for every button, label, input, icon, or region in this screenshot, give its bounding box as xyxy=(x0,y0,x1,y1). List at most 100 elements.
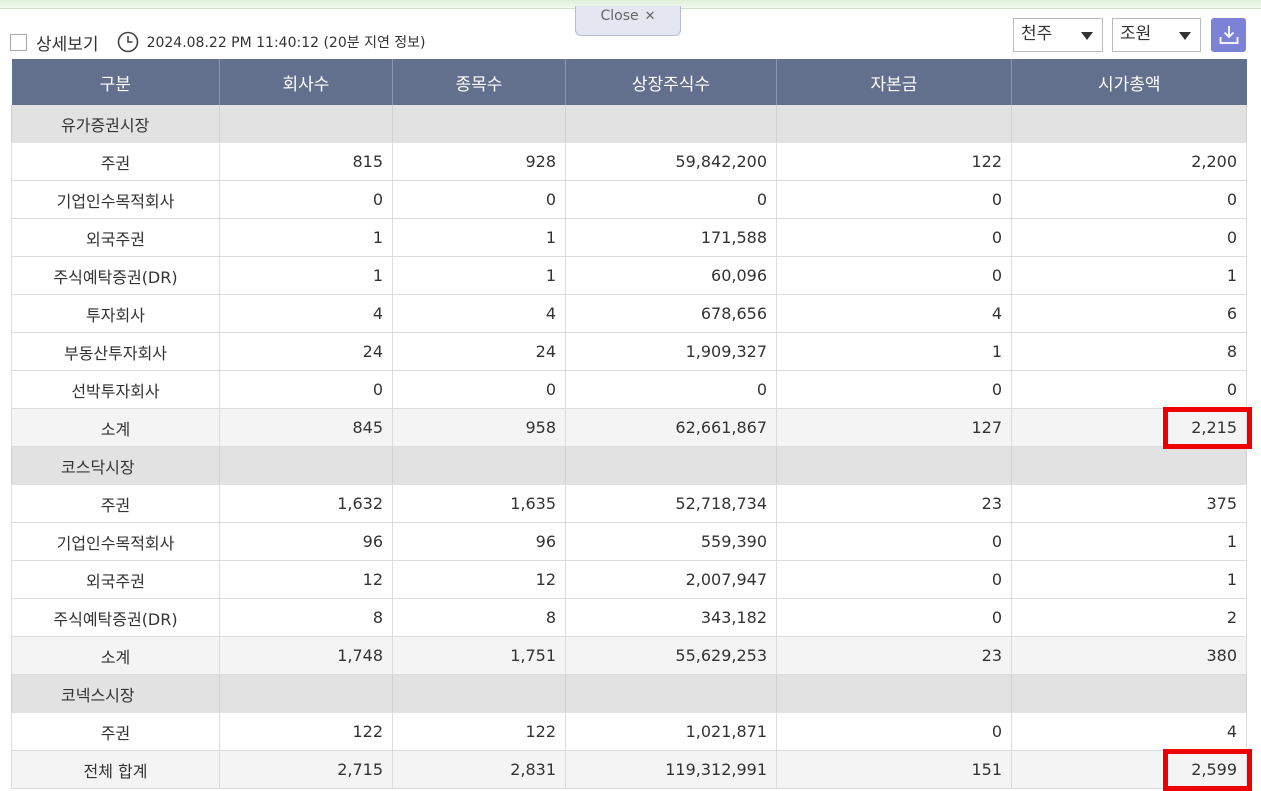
cell-issues: 24 xyxy=(392,332,566,371)
table-row: 주식예탁증권(DR) 1 1 60,096 0 1 xyxy=(11,256,1247,295)
cell-companies: 24 xyxy=(219,332,393,371)
cell-capital: 0 xyxy=(776,560,1012,599)
cell-issues: 1 xyxy=(392,218,566,257)
cell-market-cap: 1 xyxy=(1011,522,1247,561)
section-cell xyxy=(565,674,777,713)
col-header-issues: 종목수 xyxy=(392,59,566,105)
cell-market-cap: 1 xyxy=(1011,560,1247,599)
col-header-companies: 회사수 xyxy=(219,59,393,105)
table-row: 주식예탁증권(DR) 8 8 343,182 0 2 xyxy=(11,598,1247,637)
section-cell xyxy=(392,446,566,485)
cell-capital: 1 xyxy=(776,332,1012,371)
unit-select[interactable]: 천주 xyxy=(1013,18,1103,52)
table-row: 주권 1,632 1,635 52,718,734 23 375 xyxy=(11,484,1247,523)
subtotal-row: 소계 845 958 62,661,867 127 2,215 xyxy=(11,408,1247,447)
cell-listed-shares: 2,007,947 xyxy=(565,560,777,599)
cell-listed-shares: 52,718,734 xyxy=(565,484,777,523)
cell-market-cap: 0 xyxy=(1011,218,1247,257)
cell-category: 주식예탁증권(DR) xyxy=(11,256,220,295)
chevron-down-icon xyxy=(1081,32,1093,40)
table-row: 주권 815 928 59,842,200 122 2,200 xyxy=(11,142,1247,181)
cell-issues: 4 xyxy=(392,294,566,333)
subtotal-row: 소계 1,748 1,751 55,629,253 23 380 xyxy=(11,636,1247,675)
cell-capital: 122 xyxy=(776,142,1012,181)
cell-companies: 1,748 xyxy=(219,636,393,675)
cell-category: 투자회사 xyxy=(11,294,220,333)
cell-market-cap: 6 xyxy=(1011,294,1247,333)
cell-companies: 0 xyxy=(219,370,393,409)
section-title: 코넥스시장 xyxy=(11,674,220,713)
cell-companies: 2,715 xyxy=(219,750,393,789)
section-cell xyxy=(565,105,777,143)
cell-listed-shares: 62,661,867 xyxy=(565,408,777,447)
cell-listed-shares: 343,182 xyxy=(565,598,777,637)
cell-issues: 96 xyxy=(392,522,566,561)
money-unit-select[interactable]: 조원 xyxy=(1112,18,1201,52)
market-summary-table: 구분 회사수 종목수 상장주식수 자본금 시가총액 유가증권시장 주권 815 928… xyxy=(11,59,1247,789)
timestamp: 2024.08.22 PM 11:40:12 (20분 지연 정보) xyxy=(146,35,426,51)
cell-companies: 4 xyxy=(219,294,393,333)
cell-capital: 0 xyxy=(776,256,1012,295)
cell-companies: 122 xyxy=(219,712,393,751)
cell-listed-shares: 119,312,991 xyxy=(565,750,777,789)
cell-listed-shares: 1,021,871 xyxy=(565,712,777,751)
close-label: Close xyxy=(600,8,639,24)
col-header-capital: 자본금 xyxy=(776,59,1012,105)
cell-market-cap: 4 xyxy=(1011,712,1247,751)
section-cell xyxy=(1011,674,1247,713)
cell-listed-shares: 59,842,200 xyxy=(565,142,777,181)
cell-companies: 8 xyxy=(219,598,393,637)
cell-companies: 1 xyxy=(219,256,393,295)
download-icon xyxy=(1219,26,1238,44)
table-row: 주권 122 122 1,021,871 0 4 xyxy=(11,712,1247,751)
cell-market-cap: 2,215 xyxy=(1011,408,1247,447)
cell-category: 전체 합계 xyxy=(11,750,220,789)
col-header-market-cap: 시가총액 xyxy=(1011,59,1247,105)
cell-market-cap: 375 xyxy=(1011,484,1247,523)
clock-icon xyxy=(117,31,138,53)
cell-category: 외국주권 xyxy=(11,560,220,599)
cell-listed-shares: 0 xyxy=(565,180,777,219)
section-cell xyxy=(392,674,566,713)
cell-listed-shares: 678,656 xyxy=(565,294,777,333)
cell-listed-shares: 0 xyxy=(565,370,777,409)
unit-select-value: 천주 xyxy=(1021,24,1053,44)
cell-companies: 12 xyxy=(219,560,393,599)
toolbar-left: 상세보기 2024.08.22 PM 11:40:12 (20분 지연 정보) xyxy=(10,30,426,55)
cell-market-cap: 2 xyxy=(1011,598,1247,637)
section-cell xyxy=(219,446,393,485)
cell-listed-shares: 60,096 xyxy=(565,256,777,295)
table-row: 부동산투자회사 24 24 1,909,327 1 8 xyxy=(11,332,1247,371)
cell-issues: 122 xyxy=(392,712,566,751)
col-header-listed-shares: 상장주식수 xyxy=(565,59,777,105)
section-title: 유가증권시장 xyxy=(11,105,220,143)
table-row: 선박투자회사 0 0 0 0 0 xyxy=(11,370,1247,409)
cell-issues: 12 xyxy=(392,560,566,599)
section-cell xyxy=(776,446,1012,485)
grand-total-row: 전체 합계 2,715 2,831 119,312,991 151 2,599 xyxy=(11,750,1247,789)
cell-listed-shares: 1,909,327 xyxy=(565,332,777,371)
section-cell xyxy=(392,105,566,143)
table-row: 외국주권 1 1 171,588 0 0 xyxy=(11,218,1247,257)
cell-issues: 0 xyxy=(392,370,566,409)
cell-category: 외국주권 xyxy=(11,218,220,257)
table-row: 외국주권 12 12 2,007,947 0 1 xyxy=(11,560,1247,599)
cell-category: 소계 xyxy=(11,408,220,447)
close-button[interactable]: Close ✕ xyxy=(575,6,681,36)
cell-capital: 0 xyxy=(776,598,1012,637)
cell-market-cap: 1 xyxy=(1011,256,1247,295)
detail-view-checkbox[interactable] xyxy=(10,33,27,51)
download-button[interactable] xyxy=(1211,18,1246,52)
cell-listed-shares: 559,390 xyxy=(565,522,777,561)
table-row: 투자회사 4 4 678,656 4 6 xyxy=(11,294,1247,333)
section-cell xyxy=(1011,105,1247,143)
cell-companies: 0 xyxy=(219,180,393,219)
cell-capital: 0 xyxy=(776,370,1012,409)
cell-companies: 96 xyxy=(219,522,393,561)
cell-capital: 0 xyxy=(776,522,1012,561)
close-icon[interactable]: ✕ xyxy=(645,9,656,24)
section-cell xyxy=(776,674,1012,713)
cell-category: 주권 xyxy=(11,712,220,751)
cell-capital: 0 xyxy=(776,712,1012,751)
section-row: 코넥스시장 xyxy=(11,674,1247,713)
